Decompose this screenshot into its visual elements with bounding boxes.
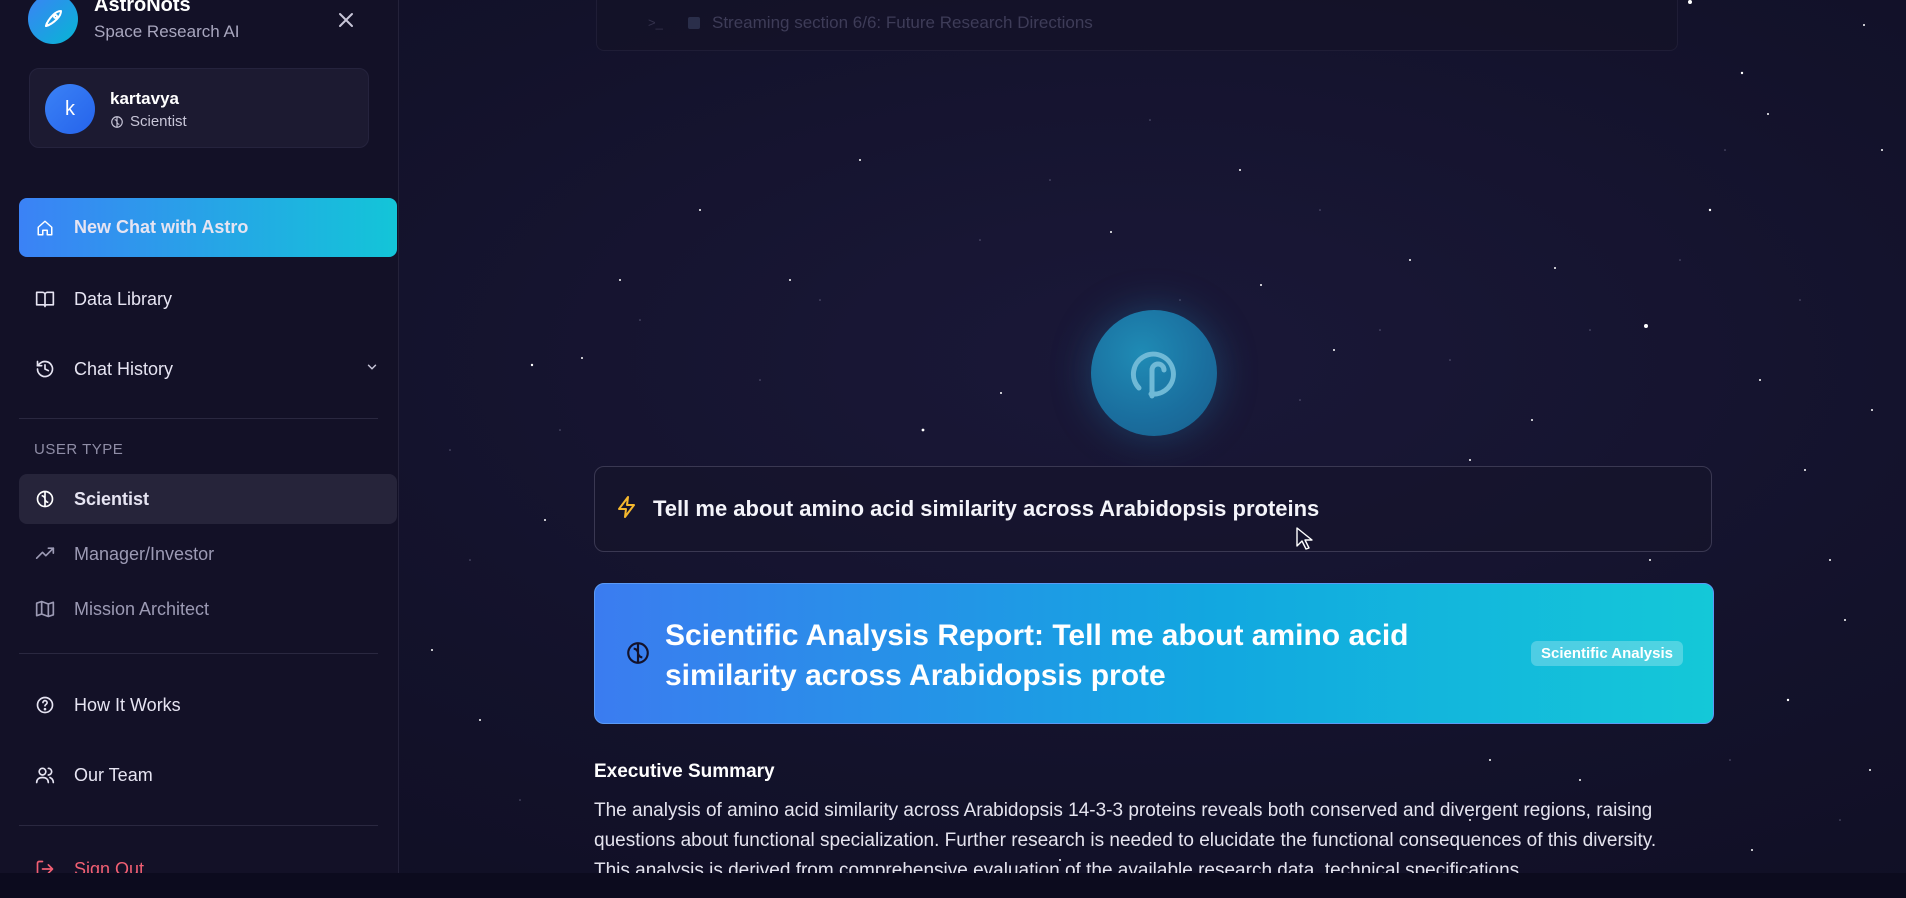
users-icon (34, 764, 56, 786)
report-type-badge: Scientific Analysis (1531, 641, 1683, 666)
terminal-icon: >_ (648, 15, 663, 30)
user-card[interactable]: k kartavya Scientist (29, 68, 369, 148)
user-name: kartavya (110, 89, 180, 108)
chat-history-label: Chat History (74, 358, 174, 379)
lightning-icon (615, 494, 639, 525)
new-chat-button[interactable]: New Chat with Astro (19, 198, 397, 257)
chevron-down-icon[interactable] (365, 358, 379, 379)
map-icon (34, 598, 56, 620)
user-type-scientist[interactable]: Scientist (19, 474, 397, 524)
sidebar-item-chat-history[interactable]: Chat History (19, 340, 397, 398)
user-type-mission-architect[interactable]: Mission Architect (19, 580, 397, 638)
document-icon (688, 17, 700, 29)
data-library-label: Data Library (74, 288, 173, 309)
new-chat-label: New Chat with Astro (74, 217, 249, 237)
user-role: Scientist (110, 113, 187, 130)
brand-subtitle: Space Research AI (94, 22, 240, 41)
scientist-label: Scientist (74, 488, 150, 509)
our-team-link[interactable]: Our Team (19, 746, 397, 804)
astro-assistant-icon (1091, 310, 1217, 436)
bottom-bar (0, 873, 1906, 898)
sidebar: AstroNots Space Research AI k kartavya S… (0, 0, 399, 879)
close-sidebar-icon[interactable] (336, 10, 356, 30)
user-type-label: USER TYPE (34, 441, 124, 458)
help-circle-icon (34, 694, 56, 716)
executive-summary-heading: Executive Summary (594, 761, 775, 782)
sidebar-item-data-library[interactable]: Data Library (19, 270, 397, 328)
user-role-label: Scientist (130, 113, 187, 130)
streaming-status-text: Streaming section 6/6: Future Research D… (712, 13, 1093, 32)
brain-icon (34, 488, 56, 510)
how-it-works-link[interactable]: How It Works (19, 676, 397, 734)
user-query-bubble: Tell me about amino acid similarity acro… (594, 466, 1712, 552)
avatar: k (45, 84, 95, 134)
our-team-label: Our Team (74, 764, 153, 785)
brand-title: AstroNots (94, 0, 191, 16)
divider (19, 825, 378, 826)
report-header: Scientific Analysis Report: Tell me abou… (594, 583, 1714, 724)
divider (19, 653, 378, 654)
history-icon (34, 358, 56, 380)
home-icon (34, 217, 56, 239)
divider (19, 418, 378, 419)
user-query-text: Tell me about amino acid similarity acro… (653, 496, 1320, 521)
rocket-logo-icon (28, 0, 78, 44)
mission-architect-label: Mission Architect (74, 598, 210, 619)
brain-icon (625, 640, 651, 671)
trending-up-icon (34, 543, 56, 565)
brain-icon (111, 115, 123, 128)
user-type-manager-investor[interactable]: Manager/Investor (19, 525, 397, 583)
book-icon (34, 288, 56, 310)
mouse-cursor-icon (1296, 527, 1314, 556)
brand[interactable]: AstroNots Space Research AI (28, 0, 240, 44)
executive-summary-text: The analysis of amino acid similarity ac… (594, 800, 1657, 873)
manager-investor-label: Manager/Investor (74, 543, 215, 564)
report-title: Scientific Analysis Report: Tell me abou… (665, 619, 1409, 692)
how-it-works-label: How It Works (74, 694, 181, 715)
